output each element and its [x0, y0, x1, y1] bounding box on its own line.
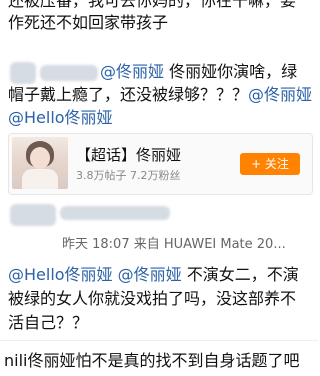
comment-text-line: @Hello佟丽娅 @佟丽娅 不演女二，不演: [8, 265, 299, 284]
mention-link[interactable]: @佟丽娅: [248, 85, 312, 104]
topic-title: 【超话】佟丽娅: [76, 146, 182, 164]
mention-link[interactable]: @Hello佟丽娅: [8, 107, 113, 129]
commenter-name-blurred[interactable]: [40, 65, 98, 81]
topic-thumbnail: [12, 137, 68, 189]
mention-link[interactable]: @佟丽娅: [118, 265, 182, 284]
comment-text-line: 活自己？？: [8, 313, 89, 332]
comment-meta: 昨天 18:07 来自 HUAWEI Mate 20...: [62, 237, 286, 252]
commenter-avatar[interactable]: [10, 204, 56, 226]
post-text-line: nili佟丽娅怕不是真的找不到自身话题了吧: [4, 351, 300, 370]
follow-button[interactable]: + 关注: [240, 153, 300, 175]
post-text-line: 作死还不如回家带孩子: [8, 13, 169, 32]
commenter-name-blurred[interactable]: [60, 206, 170, 220]
comment-text-line: 被绿的女人你就没戏拍了吗，没这部养不: [8, 289, 297, 308]
mention-link[interactable]: @佟丽娅: [100, 62, 164, 81]
post-text-line: 还被压番，我可去你妈的，你在干嘛，要: [8, 0, 297, 10]
commenter-avatar[interactable]: [10, 62, 36, 84]
topic-stats: 3.8万帖子 7.2万粉丝: [76, 169, 181, 182]
mention-link[interactable]: @Hello佟丽娅: [8, 265, 113, 284]
comment-text-line: 帽子戴上瘾了，还没被绿够？？？@佟丽娅: [8, 85, 313, 104]
divider: [0, 340, 318, 341]
comment-text-line: @佟丽娅 佟丽娅你演啥，绿: [100, 62, 298, 81]
